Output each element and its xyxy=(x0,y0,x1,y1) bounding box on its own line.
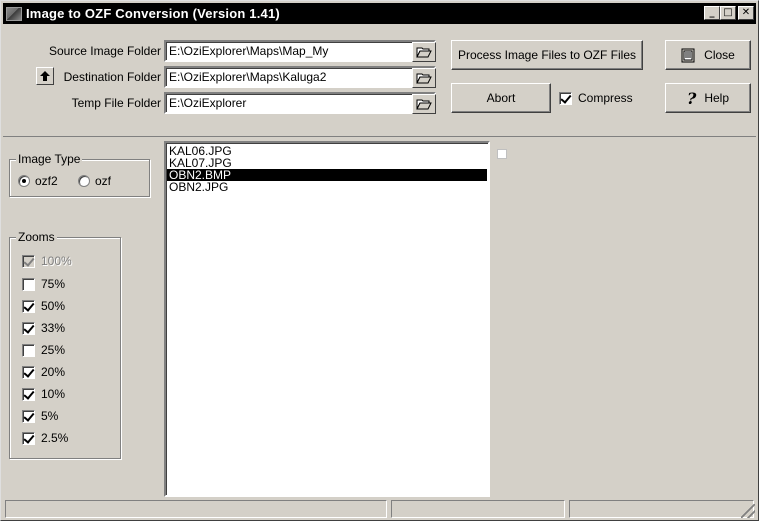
radio-button[interactable] xyxy=(78,175,90,187)
abort-button[interactable]: Abort xyxy=(451,83,551,113)
zoom-label: 2.5% xyxy=(41,431,69,445)
close-window-button[interactable]: ✕ xyxy=(738,6,754,20)
zoom-checkbox[interactable] xyxy=(22,277,35,291)
folders-panel: Source Image Folder E:\OziExplorer\Maps\… xyxy=(3,27,756,137)
source-folder-field[interactable]: E:\OziExplorer\Maps\Map_My xyxy=(164,40,436,62)
radio-ozf[interactable]: ozf xyxy=(78,174,111,188)
status-segment-2 xyxy=(391,500,565,518)
zoom-25[interactable]: 25% xyxy=(22,343,65,357)
source-folder-label: Source Image Folder xyxy=(48,44,161,58)
radio-button[interactable] xyxy=(18,175,30,187)
help-button-label: Help xyxy=(704,91,730,105)
close-button[interactable]: Close xyxy=(665,40,751,70)
temp-browse-button[interactable] xyxy=(412,94,436,114)
status-segment-1 xyxy=(5,500,387,518)
zoom-checkbox[interactable] xyxy=(22,387,35,401)
image-type-group: Image Type ozf2 ozf xyxy=(9,152,150,197)
destination-browse-button[interactable] xyxy=(412,68,436,88)
zoom-33[interactable]: 33% xyxy=(22,321,65,335)
zoom-75[interactable]: 75% xyxy=(22,277,65,291)
radio-label: ozf xyxy=(95,174,112,188)
zoom-label: 5% xyxy=(41,409,59,423)
temp-folder-label: Temp File Folder xyxy=(71,96,161,110)
radio-ozf2[interactable]: ozf2 xyxy=(18,174,58,188)
close-button-label: Close xyxy=(704,48,735,62)
compress-checkbox[interactable] xyxy=(559,91,572,105)
zoom-20[interactable]: 20% xyxy=(22,365,65,379)
zoom-100: 100% xyxy=(22,254,72,268)
zoom-label: 33% xyxy=(41,321,66,335)
status-segment-3 xyxy=(569,500,754,518)
zoom-10[interactable]: 10% xyxy=(22,387,65,401)
list-item[interactable]: OBN2.JPG xyxy=(167,181,487,193)
help-button[interactable]: ? Help xyxy=(665,83,751,113)
zooms-title: Zooms xyxy=(16,230,57,244)
preview-thumbnail xyxy=(497,149,507,159)
zoom-checkbox[interactable] xyxy=(22,299,35,313)
maximize-button[interactable]: □ xyxy=(720,6,736,20)
zoom-label: 10% xyxy=(41,387,66,401)
source-browse-button[interactable] xyxy=(412,42,436,62)
resize-grip-icon[interactable] xyxy=(741,504,755,518)
preview-panel xyxy=(491,141,756,497)
main-window: Image to OZF Conversion (Version 1.41) _… xyxy=(0,0,759,521)
zoom-label: 20% xyxy=(41,365,66,379)
zoom-checkbox xyxy=(22,254,35,268)
zoom-label: 50% xyxy=(41,299,66,313)
zoom-checkbox[interactable] xyxy=(22,343,35,357)
open-folder-icon xyxy=(416,47,432,57)
minimize-button[interactable]: _ xyxy=(704,6,720,20)
zooms-group: Zooms 100% 75% 50% 33% 25% 20% 10% 5% 2.… xyxy=(9,230,121,459)
zoom-50[interactable]: 50% xyxy=(22,299,65,313)
up-arrow-icon xyxy=(40,71,50,81)
zoom-5[interactable]: 5% xyxy=(22,409,58,423)
options-panel: Image Type ozf2 ozf Zooms 100% 75% 50% 3… xyxy=(3,141,164,497)
compress-label: Compress xyxy=(578,91,633,105)
destination-folder-field[interactable]: E:\OziExplorer\Maps\Kaluga2 xyxy=(164,66,436,88)
zoom-checkbox[interactable] xyxy=(22,365,35,379)
zoom-2-5[interactable]: 2.5% xyxy=(22,431,68,445)
zoom-label: 25% xyxy=(41,343,66,357)
app-icon xyxy=(6,6,22,21)
image-type-title: Image Type xyxy=(16,152,83,166)
open-folder-icon xyxy=(416,73,432,83)
destination-up-button[interactable] xyxy=(36,67,54,85)
door-icon xyxy=(681,48,695,62)
help-icon: ? xyxy=(686,88,697,108)
zoom-checkbox[interactable] xyxy=(22,431,35,445)
zoom-label: 75% xyxy=(41,277,66,291)
status-bar xyxy=(3,499,756,519)
destination-folder-label: Destination Folder xyxy=(63,70,161,84)
temp-folder-field[interactable]: E:\OziExplorer xyxy=(164,92,436,114)
open-folder-icon xyxy=(416,99,432,109)
window-controls: _ □ ✕ xyxy=(704,6,754,20)
compress-checkbox-row[interactable]: Compress xyxy=(559,91,633,105)
zoom-checkbox[interactable] xyxy=(22,321,35,335)
file-list[interactable]: KAL06.JPG KAL07.JPG OBN2.BMP OBN2.JPG xyxy=(164,141,490,497)
title-bar[interactable]: Image to OZF Conversion (Version 1.41) _… xyxy=(3,3,756,24)
zoom-checkbox[interactable] xyxy=(22,409,35,423)
zoom-label: 100% xyxy=(41,254,72,268)
process-button[interactable]: Process Image Files to OZF Files xyxy=(451,40,643,70)
radio-label: ozf2 xyxy=(35,174,58,188)
window-title: Image to OZF Conversion (Version 1.41) xyxy=(26,6,280,21)
